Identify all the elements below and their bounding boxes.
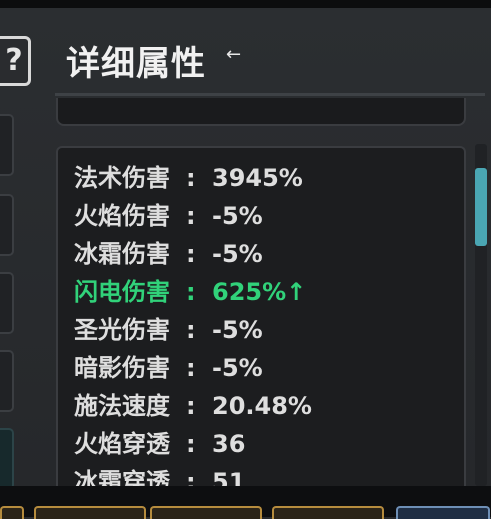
- item-slot-5[interactable]: [396, 506, 490, 519]
- back-arrow-icon[interactable]: ←: [226, 44, 241, 65]
- stat-value: -5%: [212, 202, 263, 230]
- stat-label: 冰霜伤害: [74, 240, 170, 268]
- item-slot-4[interactable]: [272, 506, 384, 519]
- stat-value: -5%: [212, 354, 263, 382]
- stats-list: 法术伤害:3945% 火焰伤害: -5% 冰霜伤害: -5% 闪电伤害:625%↑ …: [56, 146, 466, 488]
- stat-label: 冰霜穿透: [74, 468, 170, 488]
- side-tab-4[interactable]: [0, 350, 14, 412]
- stat-row-fire-penetration: 火焰穿透:36: [74, 426, 245, 462]
- increase-arrow-icon: ↑: [286, 278, 307, 306]
- side-tab-3[interactable]: [0, 272, 14, 334]
- help-icon[interactable]: ?: [0, 36, 31, 86]
- stat-separator: :: [186, 316, 196, 344]
- item-slot-2[interactable]: [34, 506, 146, 519]
- stat-value: 20.48%: [212, 392, 312, 420]
- stat-label: 法术伤害: [74, 164, 170, 192]
- item-slot-3[interactable]: [150, 506, 262, 519]
- stat-label: 火焰伤害: [74, 202, 170, 230]
- stat-label: 火焰穿透: [74, 430, 170, 458]
- side-tab-2[interactable]: [0, 194, 14, 256]
- title-divider: [55, 93, 485, 96]
- stat-label: 施法速度: [74, 392, 170, 420]
- side-tab-5[interactable]: [0, 428, 14, 490]
- stat-separator: :: [186, 202, 196, 230]
- stat-separator: :: [186, 392, 196, 420]
- stat-value: 625%: [212, 278, 287, 306]
- stat-value: 3945%: [212, 164, 303, 192]
- scrollbar-thumb[interactable]: [475, 168, 487, 246]
- page-title: 详细属性: [66, 44, 206, 84]
- stat-row-cast-speed: 施法速度:20.48%: [74, 388, 312, 424]
- stat-row-frost-penetration: 冰霜穿透:51: [74, 464, 245, 488]
- stat-separator: :: [186, 430, 196, 458]
- stat-row-holy-damage: 圣光伤害: -5%: [74, 312, 263, 348]
- stat-separator: :: [186, 354, 196, 382]
- stat-separator: :: [186, 164, 196, 192]
- stat-separator: :: [186, 468, 196, 488]
- stat-label: 闪电伤害: [74, 278, 170, 306]
- stat-value: 36: [212, 430, 246, 458]
- stat-separator: :: [186, 278, 196, 306]
- stat-row-spell-damage: 法术伤害:3945%: [74, 160, 303, 196]
- top-edge: [0, 0, 491, 8]
- stat-label: 圣光伤害: [74, 316, 170, 344]
- upper-section-box: [56, 98, 466, 126]
- side-tab-1[interactable]: [0, 114, 14, 176]
- stat-value: -5%: [212, 316, 263, 344]
- stat-value: -5%: [212, 240, 263, 268]
- stat-separator: :: [186, 240, 196, 268]
- stat-row-lightning-damage: 闪电伤害:625%↑: [74, 274, 306, 310]
- item-slot-1[interactable]: [0, 506, 24, 519]
- stat-value: 51: [212, 468, 246, 488]
- stat-row-frost-damage: 冰霜伤害: -5%: [74, 236, 263, 272]
- stat-row-shadow-damage: 暗影伤害: -5%: [74, 350, 263, 386]
- stat-label: 暗影伤害: [74, 354, 170, 382]
- stat-row-fire-damage: 火焰伤害: -5%: [74, 198, 263, 234]
